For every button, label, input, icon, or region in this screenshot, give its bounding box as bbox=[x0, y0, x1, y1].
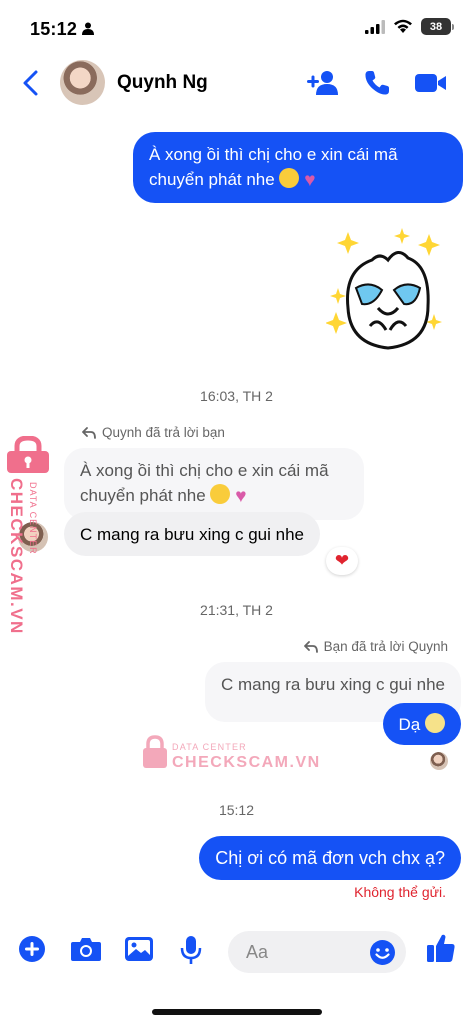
plus-icon[interactable] bbox=[18, 935, 46, 963]
reply-arrow-icon bbox=[82, 426, 96, 439]
incoming-message[interactable]: C mang ra bưu xing c gui nhe bbox=[64, 512, 321, 556]
person-icon bbox=[82, 22, 94, 35]
phone-icon[interactable] bbox=[362, 68, 392, 98]
watermark-vertical-name: CHECKSCAM.VN bbox=[7, 478, 26, 635]
reply-arrow-icon bbox=[303, 640, 318, 653]
camera-icon[interactable] bbox=[70, 935, 102, 963]
chat-header: Quynh Ng bbox=[0, 58, 473, 110]
pleading-emoji-icon bbox=[279, 168, 300, 188]
image-icon[interactable] bbox=[124, 935, 154, 963]
outgoing-message-failed[interactable]: Chị ơi có mã đơn vch chx ạ? bbox=[199, 836, 461, 880]
timestamp: 15:12 bbox=[218, 802, 255, 818]
heart-emoji-icon: ♥ bbox=[235, 486, 247, 507]
status-bar: 15:12 38 bbox=[0, 0, 473, 58]
battery-indicator: 38 bbox=[421, 18, 454, 35]
video-icon[interactable] bbox=[414, 68, 448, 98]
back-icon[interactable] bbox=[18, 68, 44, 98]
lock-icon bbox=[143, 735, 167, 768]
message-input-box bbox=[228, 931, 406, 973]
lock-icon bbox=[7, 436, 49, 473]
message-input[interactable] bbox=[246, 940, 366, 964]
message-composer bbox=[0, 927, 473, 977]
watermark-name: CHECKSCAM.VN bbox=[172, 754, 321, 771]
heart-reaction[interactable]: ❤ bbox=[326, 547, 358, 575]
quoted-message[interactable]: À xong ồi thì chị cho e xin cái mã chuyể… bbox=[64, 448, 364, 520]
seen-avatar bbox=[430, 752, 448, 770]
contact-avatar[interactable] bbox=[60, 60, 105, 105]
crying-rabbit-sticker[interactable] bbox=[326, 226, 448, 354]
reply-label: Quynh đã trả lời bạn bbox=[82, 425, 225, 440]
emoji-icon[interactable] bbox=[369, 939, 396, 966]
outgoing-message[interactable]: Dạ bbox=[382, 703, 461, 745]
heart-emoji-icon: ♥ bbox=[304, 170, 316, 191]
outgoing-message[interactable]: À xong ồi thì chị cho e xin cái mã chuyể… bbox=[133, 132, 463, 203]
wifi-icon bbox=[394, 19, 412, 33]
watermark-vertical-sub: DATA CENTER bbox=[28, 482, 38, 555]
timestamp: 21:31, TH 2 bbox=[200, 602, 273, 618]
add-person-icon[interactable] bbox=[306, 68, 342, 98]
status-time: 15:12 bbox=[30, 19, 78, 39]
pleading-emoji-icon bbox=[210, 484, 231, 504]
thumbs-up-icon[interactable] bbox=[426, 932, 456, 964]
status-indicators: 38 bbox=[365, 18, 454, 35]
moon-face-emoji-icon bbox=[425, 713, 445, 733]
contact-name[interactable]: Quynh Ng bbox=[117, 72, 208, 94]
timestamp: 16:03, TH 2 bbox=[200, 388, 273, 404]
watermark-title: DATA CENTER bbox=[172, 742, 247, 752]
send-error[interactable]: Không thể gửi. bbox=[354, 884, 446, 900]
home-indicator[interactable] bbox=[152, 1009, 322, 1015]
reply-label: Bạn đã trả lời Quynh bbox=[303, 639, 448, 654]
signal-icon bbox=[365, 19, 385, 34]
microphone-icon[interactable] bbox=[180, 935, 202, 965]
